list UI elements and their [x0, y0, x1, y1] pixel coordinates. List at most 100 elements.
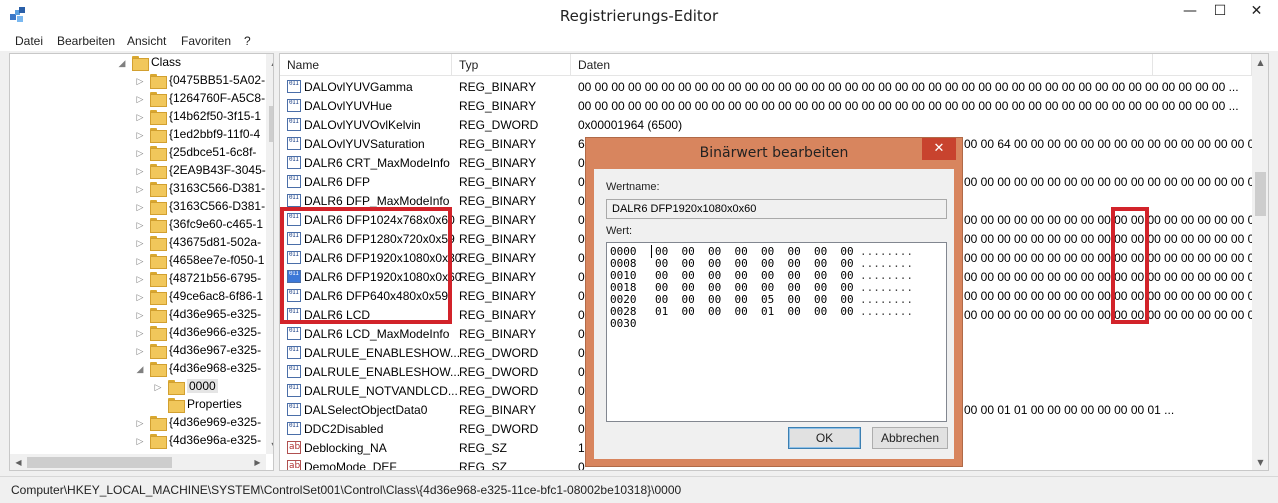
tree-item[interactable]: ▷ {4658ee7e-f050-1 — [10, 252, 266, 270]
expand-arrow-icon[interactable]: ▷ — [135, 328, 145, 338]
string-value-icon: ab — [287, 441, 301, 454]
tree-item[interactable]: ▷ {25dbce51-6c8f- — [10, 144, 266, 162]
value-type: REG_BINARY — [459, 327, 537, 341]
value-type: REG_SZ — [459, 460, 508, 471]
tree-item[interactable]: ▷ {4d36e965-e325- — [10, 306, 266, 324]
tree-item[interactable]: ▷ {43675d81-502a- — [10, 234, 266, 252]
tree-vertical-scrollbar[interactable]: ▲ ▼ — [266, 54, 273, 454]
value-row[interactable]: 011 110DALOvlYUVHue REG_BINARY 00 00 00 00… — [280, 96, 1252, 115]
scroll-thumb[interactable] — [1255, 172, 1266, 216]
menu-bearbeiten[interactable]: Bearbeiten — [57, 34, 115, 48]
expand-arrow-icon[interactable]: ▷ — [135, 436, 145, 446]
collapse-arrow-icon[interactable]: ◢ — [135, 364, 145, 374]
expand-arrow-icon[interactable]: ▷ — [135, 130, 145, 140]
expand-arrow-icon[interactable]: ▷ — [135, 202, 145, 212]
scroll-thumb[interactable] — [269, 106, 273, 142]
value-name: DALSelectObjectData0 — [304, 403, 428, 417]
binary-value-icon: 011 110 — [287, 80, 301, 93]
tree-item-label: {1ed2bbf9-11f0-4 — [169, 127, 261, 141]
tree-item[interactable]: ▷ {14b62f50-3f15-1 — [10, 108, 266, 126]
expand-arrow-icon[interactable]: ▷ — [135, 346, 145, 356]
expand-arrow-icon[interactable]: ▷ — [135, 310, 145, 320]
expand-arrow-icon[interactable]: ▷ — [135, 184, 145, 194]
key-tree[interactable]: ◢ Class ▷ {0475BB51-5A02- ▷ {1264760F-A5C8- ▷ {… — [9, 53, 274, 471]
tree-item[interactable]: ▷ 0000 — [10, 378, 266, 396]
tree-item[interactable]: Properties — [10, 396, 266, 414]
folder-icon — [150, 146, 167, 161]
value-name: DALOvlYUVGamma — [304, 80, 413, 94]
menu-help[interactable]: ? — [244, 34, 251, 48]
tree-item[interactable]: ▷ {48721b56-6795- — [10, 270, 266, 288]
tree-item[interactable]: ▷ {49ce6ac8-6f86-1 — [10, 288, 266, 306]
expand-arrow-icon[interactable]: ▷ — [135, 112, 145, 122]
tree-item[interactable]: ▷ {4d36e966-e325- — [10, 324, 266, 342]
column-header-data[interactable]: Daten — [571, 54, 1153, 76]
minimize-button[interactable]: — — [1175, 0, 1205, 24]
tree-item[interactable]: ▷ {4d36e96a-e325- — [10, 432, 266, 450]
value-data-tail: 00 00 01 01 00 00 00 00 00 00 00 01 ... — [964, 403, 1175, 417]
expand-arrow-icon[interactable]: ▷ — [135, 220, 145, 230]
binary-value-icon: 011 110 — [287, 346, 301, 359]
maximize-button[interactable]: ☐ — [1205, 0, 1235, 24]
folder-icon — [150, 254, 167, 269]
tree-item[interactable]: ◢ Class — [10, 54, 266, 72]
expand-arrow-icon[interactable]: ▷ — [135, 418, 145, 428]
folder-icon — [150, 344, 167, 359]
dialog-title: Binärwert bearbeiten — [699, 145, 849, 161]
expand-arrow-icon[interactable]: ▷ — [135, 148, 145, 158]
dialog-close-button[interactable]: ✕ — [922, 138, 956, 160]
tree-item[interactable]: ▷ {1264760F-A5C8- — [10, 90, 266, 108]
ok-button[interactable]: OK — [788, 427, 861, 449]
tree-item[interactable]: ▷ {2EA9B43F-3045- — [10, 162, 266, 180]
binary-value-icon: 011 110 — [287, 137, 301, 150]
column-header-type[interactable]: Typ — [452, 54, 571, 76]
expand-arrow-icon[interactable]: ▷ — [135, 166, 145, 176]
expand-arrow-icon[interactable]: ▷ — [135, 292, 145, 302]
menu-favoriten[interactable]: Favoriten — [181, 34, 231, 48]
menu-datei[interactable]: Datei — [15, 34, 43, 48]
menu-ansicht[interactable]: Ansicht — [127, 34, 166, 48]
tree-item[interactable]: ▷ {4d36e967-e325- — [10, 342, 266, 360]
value-type: REG_BINARY — [459, 403, 537, 417]
cancel-button[interactable]: Abbrechen — [872, 427, 948, 449]
tree-item[interactable]: ▷ {0475BB51-5A02- — [10, 72, 266, 90]
column-header-name[interactable]: Name — [280, 54, 452, 76]
key-path: Computer\HKEY_LOCAL_MACHINE\SYSTEM\Contr… — [11, 483, 682, 497]
tree-item[interactable]: ◢ {4d36e968-e325- — [10, 360, 266, 378]
collapse-arrow-icon[interactable]: ◢ — [117, 58, 127, 68]
value-row[interactable]: 011 110DALOvlYUVGamma REG_BINARY 00 00 00 … — [280, 77, 1252, 96]
expand-arrow-icon[interactable]: ▷ — [135, 256, 145, 266]
scroll-down-icon[interactable]: ▼ — [266, 437, 273, 454]
value-type: REG_BINARY — [459, 251, 537, 265]
folder-icon — [150, 272, 167, 287]
scroll-thumb[interactable] — [27, 457, 172, 468]
scroll-right-icon[interactable]: ▶ — [249, 454, 266, 470]
tree-item-label: {4d36e969-e325- — [169, 415, 262, 429]
annotation-box-values — [1111, 207, 1149, 324]
expand-arrow-icon[interactable]: ▷ — [153, 382, 163, 392]
tree-item[interactable]: ▷ {3163C566-D381- — [10, 198, 266, 216]
scroll-down-icon[interactable]: ▼ — [1252, 454, 1268, 470]
scroll-up-icon[interactable]: ▲ — [1252, 54, 1268, 71]
value-data-label: Wert: — [606, 225, 633, 237]
scroll-up-icon[interactable]: ▲ — [266, 54, 273, 71]
tree-item[interactable]: ▷ {36fc9e60-c465-1 — [10, 216, 266, 234]
tree-item-label: {1264760F-A5C8- — [169, 91, 266, 105]
close-button[interactable]: ✕ — [1235, 0, 1278, 24]
folder-icon — [150, 308, 167, 323]
tree-horizontal-scrollbar[interactable]: ◀ ▶ — [10, 454, 266, 470]
tree-item[interactable]: ▷ {4d36e969-e325- — [10, 414, 266, 432]
value-name-label: Wertname: — [606, 181, 660, 193]
scroll-left-icon[interactable]: ◀ — [10, 454, 27, 470]
expand-arrow-icon[interactable]: ▷ — [135, 94, 145, 104]
value-row[interactable]: 011 110DALOvlYUVOvlKelvin REG_DWORD 0x0000… — [280, 115, 1252, 134]
list-vertical-scrollbar[interactable]: ▲ ▼ — [1252, 54, 1268, 470]
tree-item[interactable]: ▷ {3163C566-D381- — [10, 180, 266, 198]
expand-arrow-icon[interactable]: ▷ — [135, 238, 145, 248]
expand-arrow-icon[interactable]: ▷ — [135, 76, 145, 86]
hex-editor[interactable]: 0000 00 00 00 00 00 00 00 00........ 0008 0… — [606, 242, 947, 422]
tree-item-label: {4d36e968-e325- — [169, 361, 262, 375]
tree-item[interactable]: ▷ {1ed2bbf9-11f0-4 — [10, 126, 266, 144]
tree-item-label: 0000 — [187, 379, 218, 393]
expand-arrow-icon[interactable]: ▷ — [135, 274, 145, 284]
